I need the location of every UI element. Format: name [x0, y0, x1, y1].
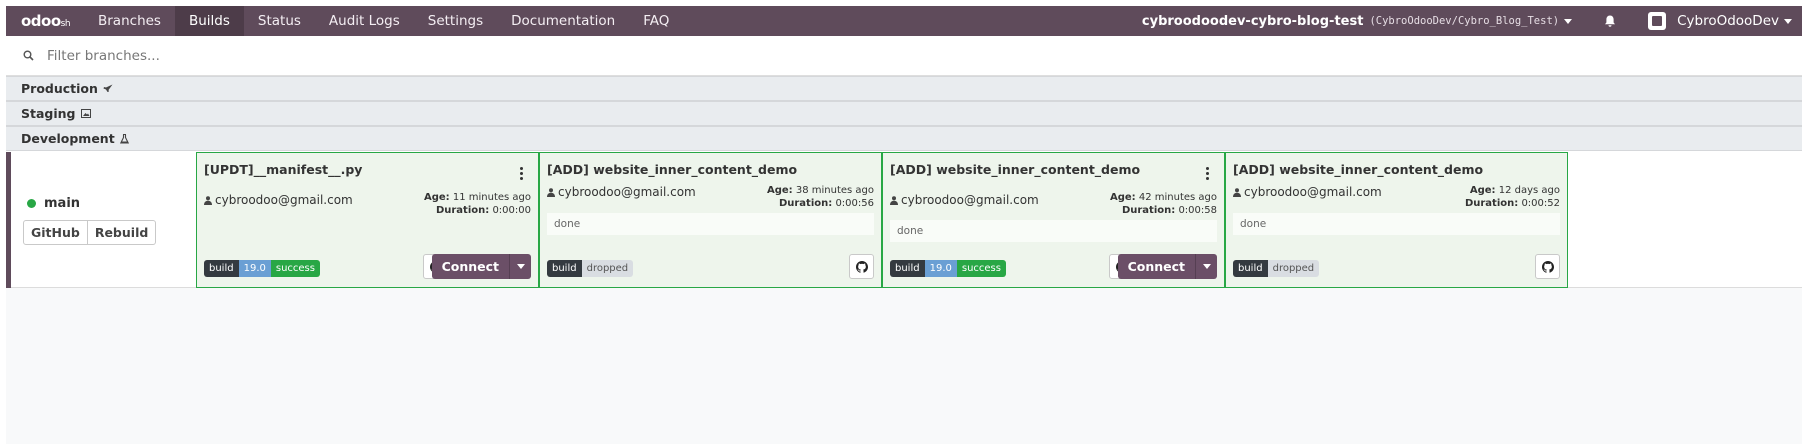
odoo-sh-logo[interactable]: odoosh — [6, 12, 84, 30]
build-title: [ADD] website_inner_content_demo — [1233, 162, 1484, 177]
branch-info: main GitHub Rebuild — [11, 152, 196, 288]
build-card[interactable]: [UPDT]__manifest__.py cybroodoo@gmail.co… — [196, 152, 539, 288]
build-log: done — [1233, 213, 1560, 235]
avatar — [1648, 12, 1667, 30]
project-selector[interactable]: cybroodoodev-cybro-blog-test (CybroOdooD… — [1141, 13, 1573, 29]
connect-dropdown-toggle[interactable] — [1195, 254, 1217, 279]
branch-name-label: main — [44, 196, 81, 211]
build-card[interactable]: [ADD] website_inner_content_demo cybrood… — [882, 152, 1225, 288]
build-times: Age: 38 minutes ago Duration: 0:00:56 — [766, 185, 874, 209]
nav-documentation[interactable]: Documentation — [497, 6, 629, 36]
top-navbar: odoosh Branches Builds Status Audit Logs… — [6, 6, 1802, 36]
connect-button[interactable]: Connect — [431, 254, 509, 279]
user-menu[interactable]: CybroOdooDev — [1618, 12, 1802, 30]
github-icon[interactable] — [849, 254, 874, 279]
build-duration: 0:00:00 — [492, 205, 531, 216]
badge-build: build — [1233, 260, 1268, 277]
section-production-label: Production — [21, 81, 98, 96]
connect-dropdown-toggle[interactable] — [509, 254, 531, 279]
user-icon — [547, 187, 555, 197]
badge-version: 19.0 — [924, 260, 957, 277]
chevron-down-icon — [1202, 264, 1211, 269]
build-times: Age: 42 minutes ago Duration: 0:00:58 — [1109, 192, 1217, 216]
kebab-menu-icon[interactable] — [520, 167, 524, 180]
kebab-menu-icon[interactable] — [1206, 167, 1210, 180]
chevron-down-icon — [516, 264, 525, 269]
user-icon — [1233, 187, 1241, 197]
build-author: cybroodoo@gmail.com — [204, 193, 353, 207]
build-duration: 0:00:56 — [835, 198, 874, 209]
connect-group: Connect — [1117, 254, 1217, 279]
build-times: Age: 11 minutes ago Duration: 0:00:00 — [423, 192, 531, 216]
badge-build: build — [547, 260, 582, 277]
section-production[interactable]: Production — [6, 76, 1802, 101]
badge-status: dropped — [581, 260, 634, 277]
nav-builds[interactable]: Builds — [174, 6, 244, 36]
section-development-label: Development — [21, 131, 115, 146]
chevron-down-icon — [1784, 18, 1792, 24]
build-title: [UPDT]__manifest__.py — [204, 162, 363, 177]
nav-branches[interactable]: Branches — [84, 6, 175, 36]
build-duration: 0:00:52 — [1521, 198, 1560, 209]
build-times: Age: 12 days ago Duration: 0:00:52 — [1464, 185, 1560, 209]
build-card[interactable]: [ADD] website_inner_content_demo cybrood… — [1225, 152, 1568, 288]
badge-status: success — [956, 260, 1006, 277]
build-badges: build dropped — [547, 260, 634, 277]
build-log: done — [547, 213, 874, 235]
bell-icon[interactable] — [1604, 14, 1618, 28]
section-development[interactable]: Development — [6, 126, 1802, 151]
build-badges: build 19.0 success — [204, 260, 320, 277]
connect-button[interactable]: Connect — [1117, 254, 1195, 279]
build-title: [ADD] website_inner_content_demo — [547, 162, 798, 177]
branch-name[interactable]: main — [27, 196, 80, 211]
build-card[interactable]: [ADD] website_inner_content_demo cybrood… — [539, 152, 882, 288]
section-staging[interactable]: Staging — [6, 101, 1802, 126]
build-duration: 0:00:58 — [1178, 205, 1217, 216]
badge-version: 19.0 — [238, 260, 271, 277]
build-age: 42 minutes ago — [1138, 192, 1217, 203]
build-age: 11 minutes ago — [452, 192, 531, 203]
badge-build: build — [890, 260, 925, 277]
build-age: 12 days ago — [1498, 185, 1560, 196]
chevron-down-icon — [1564, 18, 1573, 24]
flask-icon — [119, 133, 129, 144]
github-button[interactable]: GitHub — [23, 220, 88, 245]
build-log: done — [890, 220, 1217, 242]
section-staging-label: Staging — [21, 106, 76, 121]
rocket-icon — [103, 84, 113, 94]
build-author: cybroodoo@gmail.com — [547, 185, 696, 199]
user-name: CybroOdooDev — [1677, 13, 1779, 29]
nav-audit-logs[interactable]: Audit Logs — [315, 6, 414, 36]
branch-status-dot — [27, 199, 36, 208]
branch-row-main: main GitHub Rebuild [UPDT]__manifest__.p… — [6, 152, 1802, 288]
repo-name: (CybroOdooDev/Cybro_Blog_Test) — [1369, 15, 1560, 27]
filter-bar — [6, 36, 1802, 76]
user-icon — [890, 195, 898, 205]
project-name: cybroodoodev-cybro-blog-test — [1141, 13, 1364, 29]
nav-settings[interactable]: Settings — [414, 6, 497, 36]
filter-branches-input[interactable] — [47, 47, 647, 64]
search-icon — [23, 50, 34, 61]
nav-faq[interactable]: FAQ — [629, 6, 683, 36]
badge-status: success — [270, 260, 320, 277]
user-icon — [204, 195, 212, 205]
image-icon — [80, 109, 91, 118]
build-author: cybroodoo@gmail.com — [1233, 185, 1382, 199]
build-age: 38 minutes ago — [795, 185, 874, 196]
build-badges: build dropped — [1233, 260, 1320, 277]
build-badges: build 19.0 success — [890, 260, 1006, 277]
branch-actions: GitHub Rebuild — [23, 220, 157, 245]
connect-group: Connect — [431, 254, 531, 279]
badge-build: build — [204, 260, 239, 277]
nav-status[interactable]: Status — [244, 6, 315, 36]
builds-area: main GitHub Rebuild [UPDT]__manifest__.p… — [6, 152, 1802, 444]
build-title: [ADD] website_inner_content_demo — [890, 162, 1141, 177]
rebuild-button[interactable]: Rebuild — [87, 220, 157, 245]
github-icon[interactable] — [1535, 254, 1560, 279]
build-author: cybroodoo@gmail.com — [890, 193, 1039, 207]
badge-status: dropped — [1267, 260, 1320, 277]
